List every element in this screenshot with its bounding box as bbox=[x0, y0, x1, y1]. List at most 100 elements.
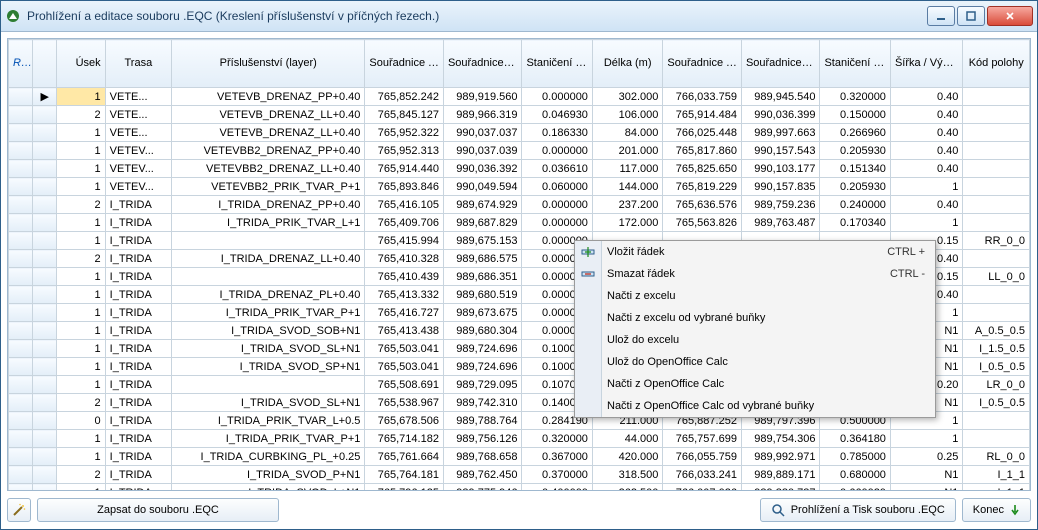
cell-x[interactable]: 989,762.450 bbox=[443, 466, 522, 484]
cell-layer[interactable]: I_TRIDA_SVOD_L+N1 bbox=[172, 484, 365, 491]
close-button[interactable] bbox=[987, 6, 1033, 26]
cell-x2[interactable]: 989,889.171 bbox=[741, 466, 820, 484]
cell-x[interactable]: 989,768.658 bbox=[443, 448, 522, 466]
cell-y[interactable]: 765,413.332 bbox=[365, 286, 444, 304]
cell-trasa[interactable]: I_TRIDA bbox=[105, 322, 171, 340]
cell-x2[interactable]: 990,157.543 bbox=[741, 142, 820, 160]
cell-usek[interactable]: 1 bbox=[57, 142, 105, 160]
cell-stk[interactable]: 0.205930 bbox=[820, 178, 890, 196]
cell-y[interactable]: 765,678.506 bbox=[365, 412, 444, 430]
cell-x[interactable]: 989,673.675 bbox=[443, 304, 522, 322]
cell-y2[interactable]: 765,825.650 bbox=[663, 160, 742, 178]
cell-trasa[interactable]: I_TRIDA bbox=[105, 394, 171, 412]
cell-usek[interactable]: 1 bbox=[57, 232, 105, 250]
cell-layer[interactable]: I_TRIDA_DRENAZ_PL+0.40 bbox=[172, 286, 365, 304]
cell-y[interactable]: 765,952.322 bbox=[365, 124, 444, 142]
cell-y[interactable]: 765,893.846 bbox=[365, 178, 444, 196]
cell-usek[interactable]: 2 bbox=[57, 106, 105, 124]
cell-x[interactable]: 989,788.764 bbox=[443, 412, 522, 430]
close-app-button[interactable]: Konec bbox=[962, 498, 1031, 522]
cell-kod[interactable]: I_0.5_0.5 bbox=[963, 358, 1030, 376]
cell-sirka[interactable]: N1 bbox=[890, 484, 962, 491]
cell-delka[interactable]: 201.000 bbox=[592, 142, 662, 160]
context-menu-item[interactable]: Načti z OpenOffice Calc bbox=[575, 373, 935, 395]
cell-x2[interactable]: 989,759.236 bbox=[741, 196, 820, 214]
cell-sirka[interactable]: 0.40 bbox=[890, 196, 962, 214]
cell-sirka[interactable]: N1 bbox=[890, 466, 962, 484]
cell-trasa[interactable]: I_TRIDA bbox=[105, 250, 171, 268]
context-menu-item[interactable]: Ulož do excelu bbox=[575, 329, 935, 351]
cell-usek[interactable]: 1 bbox=[57, 376, 105, 394]
cell-y[interactable]: 765,714.182 bbox=[365, 430, 444, 448]
cell-y[interactable]: 765,416.727 bbox=[365, 304, 444, 322]
cell-usek[interactable]: 1 bbox=[57, 484, 105, 491]
cell-x[interactable]: 990,037.039 bbox=[443, 142, 522, 160]
cell-trasa[interactable]: I_TRIDA bbox=[105, 196, 171, 214]
cell-trasa[interactable]: VETEV... bbox=[105, 178, 171, 196]
cell-usek[interactable]: 1 bbox=[57, 322, 105, 340]
cell-x[interactable]: 989,687.829 bbox=[443, 214, 522, 232]
cell-x[interactable]: 990,037.037 bbox=[443, 124, 522, 142]
titlebar[interactable]: Prohlížení a editace souboru .EQC (Kresl… bbox=[1, 1, 1037, 32]
table-row[interactable]: 2I_TRIDAI_TRIDA_SVOD_P+N1765,764.181989,… bbox=[9, 466, 1030, 484]
cell-stk[interactable]: 0.170340 bbox=[820, 214, 890, 232]
cell-trasa[interactable]: VETE... bbox=[105, 124, 171, 142]
cell-x[interactable]: 989,919.560 bbox=[443, 88, 522, 106]
cell-stz[interactable]: 0.370000 bbox=[522, 466, 592, 484]
cell-stz[interactable]: 0.060000 bbox=[522, 178, 592, 196]
cell-kod[interactable] bbox=[963, 304, 1030, 322]
cell-x[interactable]: 989,675.153 bbox=[443, 232, 522, 250]
table-row[interactable]: ▶1VETE...VETEVB_DRENAZ_PP+0.40765,852.24… bbox=[9, 88, 1030, 106]
cell-x2[interactable]: 989,992.971 bbox=[741, 448, 820, 466]
col-kod[interactable]: Kód polohy bbox=[963, 40, 1030, 88]
cell-trasa[interactable]: I_TRIDA bbox=[105, 430, 171, 448]
table-row[interactable]: 1VETEV...VETEVBB2_DRENAZ_LL+0.40765,914.… bbox=[9, 160, 1030, 178]
cell-layer[interactable]: I_TRIDA_CURBKING_PL_+0.25 bbox=[172, 448, 365, 466]
cell-x[interactable]: 989,729.095 bbox=[443, 376, 522, 394]
cell-stk[interactable]: 0.150000 bbox=[820, 106, 890, 124]
cell-trasa[interactable]: I_TRIDA bbox=[105, 214, 171, 232]
cell-y2[interactable]: 766,033.241 bbox=[663, 466, 742, 484]
context-menu-item[interactable]: Vložit řádekCTRL + bbox=[575, 241, 935, 263]
cell-delka[interactable]: 302.000 bbox=[592, 88, 662, 106]
cell-stz[interactable]: 0.186330 bbox=[522, 124, 592, 142]
cell-sirka[interactable]: 0.40 bbox=[890, 160, 962, 178]
cell-delka[interactable]: 106.000 bbox=[592, 106, 662, 124]
cell-usek[interactable]: 1 bbox=[57, 304, 105, 322]
cell-y2[interactable]: 765,757.699 bbox=[663, 430, 742, 448]
cell-sirka[interactable]: 0.25 bbox=[890, 448, 962, 466]
cell-trasa[interactable]: I_TRIDA bbox=[105, 358, 171, 376]
table-row[interactable]: 2VETE...VETEVB_DRENAZ_LL+0.40765,845.127… bbox=[9, 106, 1030, 124]
table-row[interactable]: 1VETE...VETEVB_DRENAZ_LL+0.40765,952.322… bbox=[9, 124, 1030, 142]
cell-y[interactable]: 765,416.105 bbox=[365, 196, 444, 214]
cell-stz[interactable]: 0.000000 bbox=[522, 88, 592, 106]
cell-x[interactable]: 990,036.392 bbox=[443, 160, 522, 178]
cell-x2[interactable]: 989,880.787 bbox=[741, 484, 820, 491]
cell-layer[interactable]: I_TRIDA_PRIK_TVAR_P+1 bbox=[172, 430, 365, 448]
col-y2[interactable]: Souřadnice Y (m) bbox=[663, 40, 742, 88]
cell-x[interactable]: 989,724.696 bbox=[443, 340, 522, 358]
col-rp[interactable]: RP bbox=[9, 40, 33, 88]
cell-y[interactable]: 765,508.691 bbox=[365, 376, 444, 394]
table-row[interactable]: 1I_TRIDAI_TRIDA_CURBKING_PL_+0.25765,761… bbox=[9, 448, 1030, 466]
cell-trasa[interactable]: I_TRIDA bbox=[105, 304, 171, 322]
cell-layer[interactable] bbox=[172, 268, 365, 286]
cell-usek[interactable]: 1 bbox=[57, 268, 105, 286]
cell-usek[interactable]: 1 bbox=[57, 286, 105, 304]
cell-y[interactable]: 765,852.242 bbox=[365, 88, 444, 106]
cell-delka[interactable]: 172.000 bbox=[592, 214, 662, 232]
cell-trasa[interactable]: VETE... bbox=[105, 88, 171, 106]
cell-trasa[interactable]: I_TRIDA bbox=[105, 448, 171, 466]
cell-kod[interactable]: I_0.5_0.5 bbox=[963, 394, 1030, 412]
cell-layer[interactable]: I_TRIDA_SVOD_SL+N1 bbox=[172, 394, 365, 412]
minimize-button[interactable] bbox=[927, 6, 955, 26]
cell-kod[interactable] bbox=[963, 106, 1030, 124]
cell-kod[interactable]: I_1_1 bbox=[963, 466, 1030, 484]
cell-stk[interactable]: 0.320000 bbox=[820, 88, 890, 106]
cell-trasa[interactable]: I_TRIDA bbox=[105, 286, 171, 304]
cell-stk[interactable]: 0.660020 bbox=[820, 484, 890, 491]
cell-x[interactable]: 989,680.304 bbox=[443, 322, 522, 340]
cell-y2[interactable]: 765,914.484 bbox=[663, 106, 742, 124]
cell-stk[interactable]: 0.266960 bbox=[820, 124, 890, 142]
col-trasa[interactable]: Trasa bbox=[105, 40, 171, 88]
